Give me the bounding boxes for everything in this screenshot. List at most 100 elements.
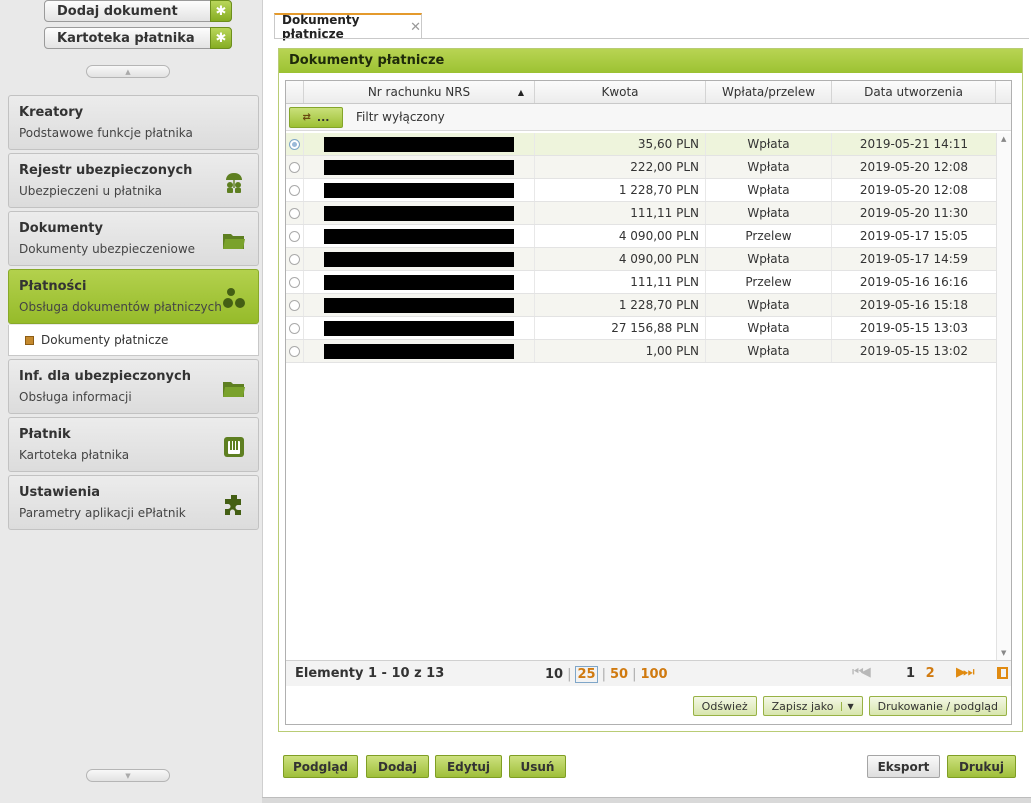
wplata-przelew-cell: Wpłata [706,156,832,178]
data-utworzenia-cell: 2019-05-20 12:08 [859,160,969,174]
row-select-cell[interactable] [286,317,304,339]
row-select-cell[interactable] [286,133,304,155]
scroll-down-icon[interactable]: ▼ [1001,649,1006,657]
row-radio[interactable] [289,138,300,150]
menu-item-platnik[interactable]: Płatnik Kartoteka płatnika [8,417,259,472]
table-row[interactable]: 111,11 PLN Wpłata 2019-05-20 11:30 [286,202,997,225]
table-row[interactable]: 222,00 PLN Wpłata 2019-05-20 12:08 [286,156,997,179]
sidebar: Dodaj dokument ✱ Kartoteka płatnika ✱ ▲ … [0,0,262,803]
menu-title: Rejestr ubezpieczonych [19,163,193,178]
submenu-dokumenty-platnicze[interactable]: Dokumenty płatnicze [8,325,259,356]
chevron-down-icon[interactable]: ▼ [841,701,854,711]
row-select-cell[interactable] [286,248,304,270]
scroll-up-button[interactable]: ▲ [86,65,170,78]
header-radio-col [286,81,304,103]
table-row[interactable]: 35,60 PLN Wpłata 2019-05-21 14:11 [286,133,997,156]
filter-icon: ⇄ [302,111,311,123]
scroll-down-button[interactable]: ▼ [86,769,170,782]
edit-button[interactable]: Edytuj [435,755,502,778]
page-number-current[interactable]: 1 [906,666,915,681]
row-select-cell[interactable] [286,340,304,362]
data-utworzenia-cell: 2019-05-15 13:03 [859,321,969,335]
row-select-cell[interactable] [286,294,304,316]
menu-item-kreatory[interactable]: Kreatory Podstawowe funkcje płatnika [8,95,259,150]
redacted-account-number [324,251,514,267]
print-button[interactable]: Drukuj [947,755,1016,778]
row-radio[interactable] [289,207,300,219]
bullet-icon [25,336,34,345]
table-row[interactable]: 1 228,70 PLN Wpłata 2019-05-16 15:18 [286,294,997,317]
grid-header: Nr rachunku NRS ▲ Kwota Wpłata/przelew D… [286,81,1011,104]
add-document-button[interactable]: Dodaj dokument ✱ [44,0,232,22]
row-select-cell[interactable] [286,156,304,178]
wplata-przelew-cell: Wpłata [706,317,832,339]
header-kwota[interactable]: Kwota [535,81,706,103]
gear-plus-icon: ✱ [210,27,232,49]
redacted-account-number [324,136,514,152]
row-radio[interactable] [289,322,300,334]
scroll-up-icon[interactable]: ▲ [1001,135,1006,143]
add-document-label: Dodaj dokument [57,3,178,19]
page-size-option[interactable]: 50 [610,667,628,682]
save-as-button[interactable]: Zapisz jako ▼ [762,696,863,716]
page-number[interactable]: 2 [926,666,935,681]
preview-button[interactable]: Podgląd [283,755,358,778]
separator: | [567,667,572,682]
refresh-button[interactable]: Odśwież [692,696,757,716]
gear-plus-icon: ✱ [210,0,232,22]
page-size-option[interactable]: 25 [575,666,598,683]
redacted-account-number [324,205,514,221]
menu-item-platnosci[interactable]: Płatności Obsługa dokumentów płatniczych [8,269,259,324]
table-row[interactable]: 27 156,88 PLN Wpłata 2019-05-15 13:03 [286,317,997,340]
menu-item-inf-ubezpieczonych[interactable]: Inf. dla ubezpieczonych Obsługa informac… [8,359,259,414]
row-select-cell[interactable] [286,271,304,293]
row-select-cell[interactable] [286,202,304,224]
row-radio[interactable] [289,345,300,357]
sort-asc-icon: ▲ [517,87,524,97]
row-radio[interactable] [289,230,300,242]
row-radio[interactable] [289,253,300,265]
table-row[interactable]: 4 090,00 PLN Przelew 2019-05-17 15:05 [286,225,997,248]
redacted-account-number [324,182,514,198]
page-size-option[interactable]: 10 [545,667,563,682]
header-nr-rachunku[interactable]: Nr rachunku NRS ▲ [304,81,535,103]
header-data-utworzenia[interactable]: Data utworzenia [832,81,996,103]
first-page-icon[interactable]: ⏮◀ [852,665,871,680]
add-button[interactable]: Dodaj [366,755,429,778]
delete-button[interactable]: Usuń [509,755,566,778]
filter-button[interactable]: ⇄ ... [289,106,343,128]
table-row[interactable]: 1 228,70 PLN Wpłata 2019-05-20 12:08 [286,179,997,202]
menu-title: Dokumenty [19,221,103,236]
tab-dokumenty-platnicze[interactable]: Dokumenty płatnicze ✕ [274,13,422,41]
vertical-scrollbar[interactable]: ▲ ▼ [996,133,1011,660]
menu-title: Płatnik [19,427,71,442]
menu-subtitle: Obsługa dokumentów płatniczych [19,300,222,314]
data-utworzenia-cell: 2019-05-16 15:18 [859,298,969,312]
table-row[interactable]: 1,00 PLN Wpłata 2019-05-15 13:02 [286,340,997,363]
next-page-icon[interactable]: ▶⏭ [956,665,975,680]
export-button[interactable]: Eksport [867,755,940,778]
menu-item-rejestr[interactable]: Rejestr ubezpieczonych Ubezpieczeni u pł… [8,153,259,208]
payer-card-button[interactable]: Kartoteka płatnika ✱ [44,27,232,49]
pager: Elementy 1 - 10 z 13 10 | 25 | 50 | 100 … [286,660,1011,686]
row-select-cell[interactable] [286,225,304,247]
nr-rachunku-cell [304,317,535,339]
table-row[interactable]: 111,11 PLN Przelew 2019-05-16 16:16 [286,271,997,294]
row-radio[interactable] [289,184,300,196]
wplata-przelew-cell: Wpłata [706,202,832,224]
page-size-option[interactable]: 100 [640,667,667,682]
row-radio[interactable] [289,276,300,288]
header-wplata-przelew[interactable]: Wpłata/przelew [706,81,832,103]
wplata-przelew-cell: Przelew [706,271,832,293]
row-select-cell[interactable] [286,179,304,201]
close-icon[interactable]: ✕ [410,20,421,35]
last-page-icon[interactable] [997,667,1008,679]
folder-icon [223,382,245,397]
row-radio[interactable] [289,299,300,311]
row-radio[interactable] [289,161,300,173]
coins-icon [223,288,245,308]
print-preview-button[interactable]: Drukowanie / podgląd [868,696,1007,716]
menu-item-dokumenty[interactable]: Dokumenty Dokumenty ubezpieczeniowe [8,211,259,266]
table-row[interactable]: 4 090,00 PLN Wpłata 2019-05-17 14:59 [286,248,997,271]
menu-item-ustawienia[interactable]: Ustawienia Parametry aplikacji ePłatnik [8,475,259,530]
